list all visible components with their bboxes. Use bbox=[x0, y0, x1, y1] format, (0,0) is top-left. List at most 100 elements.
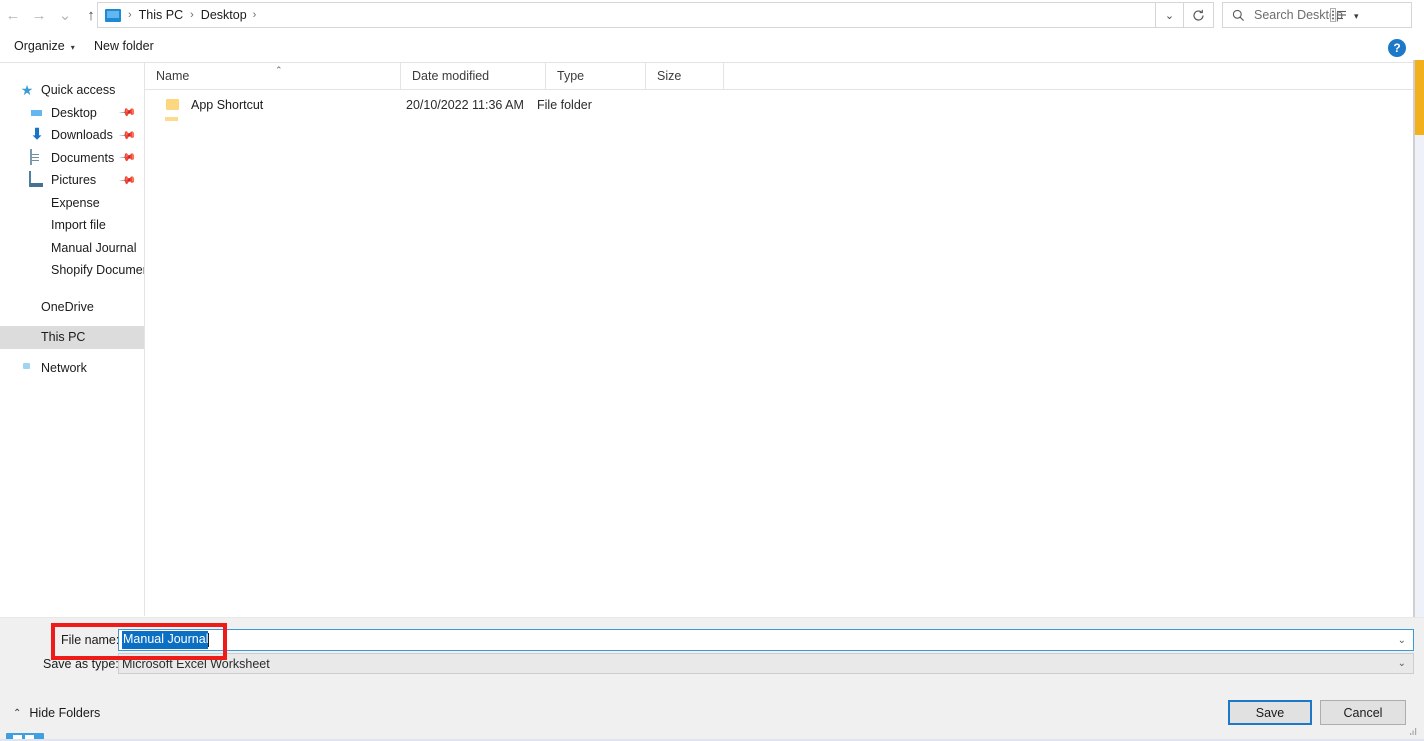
organize-label: Organize bbox=[14, 39, 65, 53]
sidebar-item-this-pc[interactable]: This PC bbox=[0, 326, 144, 349]
breadcrumb-separator-2[interactable]: › bbox=[253, 9, 257, 21]
chevron-down-icon[interactable]: ⌄ bbox=[1398, 635, 1406, 646]
folder-icon bbox=[29, 195, 45, 211]
text-cursor bbox=[208, 633, 210, 647]
column-headers: Name ⌃ Date modified Type Size bbox=[145, 63, 1415, 90]
folder-icon bbox=[29, 217, 45, 233]
sidebar-item-import-file[interactable]: Import file bbox=[0, 214, 144, 237]
column-header-size[interactable]: Size bbox=[646, 63, 724, 89]
pin-icon: 📌 bbox=[118, 126, 137, 145]
hide-folders-button[interactable]: ⌃ Hide Folders bbox=[13, 706, 100, 720]
sidebar-item-network[interactable]: Network bbox=[0, 357, 144, 380]
column-header-date-modified[interactable]: Date modified bbox=[401, 63, 546, 89]
command-bar: Organize ▾ New folder bbox=[0, 30, 1424, 63]
refresh-icon bbox=[1193, 9, 1204, 21]
sidebar-item-label: Pictures bbox=[51, 173, 97, 188]
sidebar-item-label: Shopify Documents bbox=[51, 263, 144, 278]
sort-ascending-icon: ⌃ bbox=[275, 65, 283, 75]
sidebar-item-label: OneDrive bbox=[41, 299, 94, 314]
file-name-input[interactable]: Manual Journal ⌄ bbox=[118, 629, 1414, 651]
view-options-caret-icon[interactable]: ▾ bbox=[1354, 11, 1359, 22]
monitor-icon bbox=[29, 105, 45, 121]
pin-icon: 📌 bbox=[118, 149, 137, 168]
folder-icon bbox=[29, 240, 45, 256]
file-list-view[interactable]: Name ⌃ Date modified Type Size App Short… bbox=[144, 63, 1415, 616]
column-header-label: Date modified bbox=[412, 69, 490, 83]
background-window-strip bbox=[1415, 60, 1424, 135]
breadcrumb-separator-1: › bbox=[190, 9, 194, 21]
breadcrumb-item-desktop[interactable]: Desktop bbox=[201, 8, 247, 22]
pin-icon: 📌 bbox=[118, 104, 137, 123]
hide-folders-label: Hide Folders bbox=[29, 706, 101, 720]
sidebar-item-label: Expense bbox=[51, 195, 100, 210]
folder-icon bbox=[29, 262, 45, 278]
navigation-pane[interactable]: ★ Quick access Desktop 📌 ⬇ Downloads 📌 D… bbox=[0, 63, 144, 616]
new-folder-button[interactable]: New folder bbox=[88, 30, 160, 62]
sidebar-item-quick-access[interactable]: ★ Quick access bbox=[0, 79, 144, 102]
chevron-down-icon: ▾ bbox=[70, 42, 75, 52]
save-as-dialog: ← → ⌄ ↑ › This PC › Desktop › ⌄ Search D… bbox=[0, 0, 1424, 741]
clipped-row-icon bbox=[165, 117, 178, 121]
sidebar-item-downloads[interactable]: ⬇ Downloads 📌 bbox=[0, 124, 144, 147]
save-as-type-label: Save as type: bbox=[43, 657, 119, 671]
table-row[interactable]: App Shortcut 20/10/2022 11:36 AM File fo… bbox=[145, 92, 1415, 117]
forward-icon: → bbox=[31, 6, 47, 24]
download-icon: ⬇ bbox=[30, 126, 44, 144]
network-icon bbox=[19, 360, 35, 376]
sidebar-item-expense[interactable]: Expense bbox=[0, 192, 144, 215]
sidebar-item-documents[interactable]: Documents 📌 bbox=[0, 147, 144, 170]
sidebar-item-label: Manual Journal bbox=[51, 240, 137, 255]
search-icon bbox=[1232, 9, 1244, 21]
sidebar-item-desktop[interactable]: Desktop 📌 bbox=[0, 102, 144, 125]
address-dropdown-button[interactable]: ⌄ bbox=[1156, 2, 1184, 28]
forward-button[interactable]: → bbox=[26, 1, 52, 29]
sidebar-item-manual-journal[interactable]: Manual Journal bbox=[0, 237, 144, 260]
picture-icon bbox=[29, 171, 45, 188]
refresh-button[interactable] bbox=[1184, 2, 1214, 28]
column-header-type[interactable]: Type bbox=[546, 63, 646, 89]
breadcrumb-separator-0: › bbox=[128, 9, 132, 21]
save-as-type-value: Microsoft Excel Worksheet bbox=[122, 656, 270, 671]
sidebar-item-label: Import file bbox=[51, 218, 106, 233]
file-name-label: File name: bbox=[61, 633, 120, 647]
cancel-button[interactable]: Cancel bbox=[1320, 700, 1406, 725]
cloud-icon bbox=[19, 299, 35, 315]
help-label: ? bbox=[1393, 41, 1401, 55]
file-name-value: Manual Journal bbox=[122, 631, 209, 649]
save-button[interactable]: Save bbox=[1228, 700, 1312, 725]
breadcrumb[interactable]: › This PC › Desktop › bbox=[97, 2, 1156, 28]
pin-icon: 📌 bbox=[118, 171, 137, 190]
sidebar-item-label: This PC bbox=[41, 330, 86, 345]
column-header-label: Name bbox=[156, 69, 190, 83]
chevron-up-icon: ⌃ bbox=[13, 707, 22, 719]
organize-button[interactable]: Organize ▾ bbox=[8, 30, 81, 62]
file-date-modified: 20/10/2022 11:36 AM bbox=[406, 97, 524, 112]
sidebar-item-shopify-documents[interactable]: Shopify Documents bbox=[0, 259, 144, 282]
help-button[interactable]: ? bbox=[1388, 39, 1406, 57]
pc-icon bbox=[19, 329, 35, 345]
sidebar-item-label: Quick access bbox=[41, 83, 116, 98]
column-header-label: Type bbox=[557, 69, 585, 83]
back-button[interactable]: ← bbox=[0, 1, 26, 29]
document-icon bbox=[29, 148, 45, 166]
view-options-icon[interactable] bbox=[1330, 7, 1348, 25]
search-box[interactable]: Search Desktop bbox=[1222, 2, 1412, 28]
dialog-footer bbox=[0, 695, 1424, 741]
arrow-up-icon: ↑ bbox=[87, 6, 95, 24]
sidebar-item-pictures[interactable]: Pictures 📌 bbox=[0, 169, 144, 192]
back-icon: ← bbox=[5, 6, 21, 24]
sidebar-item-label: Desktop bbox=[51, 105, 97, 120]
star-icon: ★ bbox=[20, 82, 34, 99]
new-folder-label: New folder bbox=[94, 39, 154, 53]
save-as-type-select[interactable]: Microsoft Excel Worksheet ⌄ bbox=[118, 653, 1414, 674]
file-type: File folder bbox=[537, 97, 592, 112]
this-pc-icon bbox=[105, 8, 121, 22]
recent-locations-button[interactable]: ⌄ bbox=[52, 1, 78, 29]
column-header-name[interactable]: Name ⌃ bbox=[145, 63, 401, 89]
sidebar-item-label: Documents bbox=[51, 150, 115, 165]
sidebar-item-onedrive[interactable]: OneDrive bbox=[0, 296, 144, 319]
chevron-down-icon: ⌄ bbox=[58, 6, 72, 24]
breadcrumb-item-this-pc[interactable]: This PC bbox=[139, 8, 183, 22]
resize-grip-icon[interactable] bbox=[1408, 727, 1417, 735]
chevron-down-icon[interactable]: ⌄ bbox=[1398, 658, 1406, 669]
